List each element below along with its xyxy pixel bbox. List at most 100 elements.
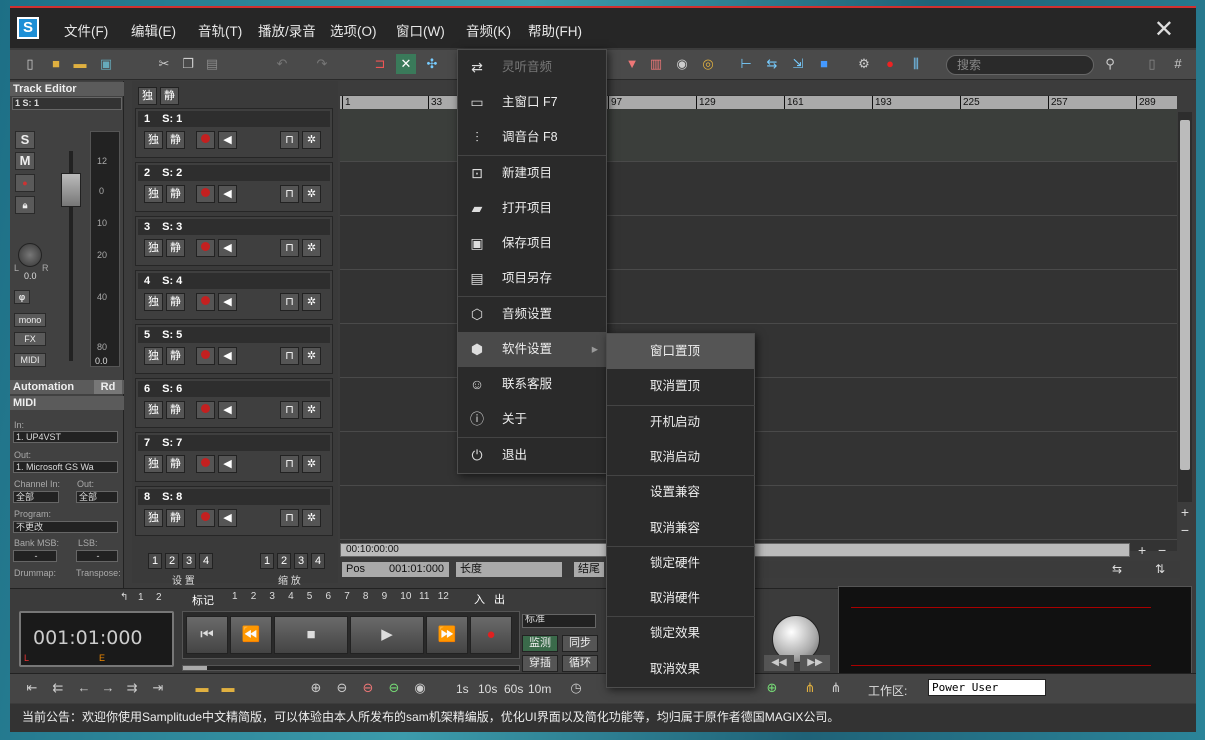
marker-button-8[interactable]: 8 bbox=[363, 591, 369, 602]
fx-icon[interactable]: ▼ bbox=[622, 54, 642, 74]
menu-options[interactable]: 选项(O) bbox=[330, 20, 377, 40]
set-button-4[interactable]: 4 bbox=[199, 553, 213, 569]
save-icon[interactable]: ▣ bbox=[96, 54, 116, 74]
track-mute-button[interactable]: 静 bbox=[166, 455, 185, 473]
pan-knob[interactable] bbox=[18, 243, 42, 267]
speaker-icon[interactable]: ◀ bbox=[218, 509, 237, 527]
midi-button[interactable]: MIDI bbox=[14, 353, 46, 367]
marker-button-10[interactable]: 10 bbox=[400, 591, 411, 602]
loop-button[interactable]: 循环 bbox=[562, 655, 598, 672]
submenu-item[interactable]: 取消置顶 bbox=[607, 369, 754, 404]
fx-button[interactable]: FX bbox=[14, 332, 46, 346]
time-60s[interactable]: 60s bbox=[504, 682, 523, 696]
track-header[interactable]: 1 S: 1 独 静 ◀ ⊓ ✲ bbox=[135, 108, 333, 158]
pos-field[interactable]: Pos 001:01:000 bbox=[342, 562, 449, 577]
global-solo-button[interactable]: 独 bbox=[138, 87, 157, 105]
channel-out-select[interactable]: 全部 bbox=[76, 491, 118, 503]
in-label[interactable]: 入 bbox=[474, 591, 485, 607]
track-header[interactable]: 3 S: 3 独 静 ◀ ⊓ ✲ bbox=[135, 216, 333, 266]
eye-icon[interactable]: ◉ bbox=[410, 678, 430, 698]
track-fx-icon[interactable]: ✲ bbox=[302, 293, 321, 311]
track-name[interactable]: 7 S: 7 bbox=[138, 435, 330, 451]
time-10m[interactable]: 10m bbox=[528, 682, 551, 696]
out-label[interactable]: 出 bbox=[494, 591, 505, 607]
speaker-icon[interactable]: ◀ bbox=[218, 293, 237, 311]
track-mute-button[interactable]: 静 bbox=[166, 239, 185, 257]
marker-button-7[interactable]: 7 bbox=[344, 591, 350, 602]
track-solo-button[interactable]: 独 bbox=[144, 455, 163, 473]
zoom-button-2[interactable]: 2 bbox=[277, 553, 291, 569]
midi-header[interactable]: MIDI bbox=[10, 396, 124, 410]
submenu-item[interactable]: 开机启动 bbox=[607, 405, 754, 440]
magnet-icon[interactable]: ⊐ bbox=[370, 54, 390, 74]
track-mute-button[interactable]: 静 bbox=[166, 293, 185, 311]
track-mute-button[interactable]: 静 bbox=[166, 185, 185, 203]
track-solo-button[interactable]: 独 bbox=[144, 293, 163, 311]
clock-icon[interactable]: ◷ bbox=[566, 678, 586, 698]
workspace-select[interactable]: Power User bbox=[928, 679, 1046, 696]
track-name[interactable]: 6 S: 6 bbox=[138, 381, 330, 397]
track-lock-icon[interactable]: ⊓ bbox=[280, 509, 299, 527]
next-marker-icon[interactable]: ⇉ bbox=[122, 678, 142, 698]
search-icon[interactable]: ⚲ bbox=[1100, 54, 1120, 74]
track-name[interactable]: 8 S: 8 bbox=[138, 489, 330, 505]
track-fx-icon[interactable]: ✲ bbox=[302, 239, 321, 257]
doc-icon[interactable]: ▯ bbox=[1142, 54, 1162, 74]
track-record-icon[interactable] bbox=[196, 185, 215, 203]
menu-item-info[interactable]: ⓘ 关于 bbox=[458, 402, 606, 437]
audio-file-icon[interactable]: ▬ bbox=[70, 54, 90, 74]
split-icon[interactable]: ✣ bbox=[422, 54, 442, 74]
punch-button[interactable]: 穿插 bbox=[522, 655, 558, 672]
auto-icon[interactable]: ▥ bbox=[646, 54, 666, 74]
new-file-icon[interactable]: ▯ bbox=[20, 54, 40, 74]
redo-icon[interactable]: ↷ bbox=[312, 54, 332, 74]
speaker-icon[interactable]: ◀ bbox=[218, 455, 237, 473]
channel-in-select[interactable]: 全部 bbox=[13, 491, 59, 503]
next-icon[interactable]: → bbox=[98, 678, 118, 698]
time-1s[interactable]: 1s bbox=[456, 682, 469, 696]
track-lock-icon[interactable]: ⊓ bbox=[280, 293, 299, 311]
program-select[interactable]: 不更改 bbox=[13, 521, 118, 533]
menu-audio[interactable]: 音频(K) bbox=[466, 20, 511, 40]
track-fx-icon[interactable]: ✲ bbox=[302, 455, 321, 473]
automation-header[interactable]: Automation Rd bbox=[10, 380, 124, 394]
set-button-2[interactable]: 2 bbox=[165, 553, 179, 569]
track-name[interactable]: 4 S: 4 bbox=[138, 273, 330, 289]
track-header[interactable]: 7 S: 7 独 静 ◀ ⊓ ✲ bbox=[135, 432, 333, 482]
track-record-icon[interactable] bbox=[196, 293, 215, 311]
prev-marker-icon[interactable]: ⇇ bbox=[48, 678, 68, 698]
settings-gear-icon[interactable]: ⚙ bbox=[854, 54, 874, 74]
menu-item-folder[interactable]: ▰ 打开项目 bbox=[458, 191, 606, 226]
midi-in-select[interactable]: 1. UP4VST bbox=[13, 431, 118, 443]
menu-item-mixer[interactable]: ⫶ 调音台 F8 bbox=[458, 120, 606, 155]
swap-h-icon[interactable]: ⇆ bbox=[1112, 562, 1122, 576]
track-record-icon[interactable] bbox=[196, 347, 215, 365]
set-button-3[interactable]: 3 bbox=[182, 553, 196, 569]
zoom-button-3[interactable]: 3 bbox=[294, 553, 308, 569]
track-fx-icon[interactable]: ✲ bbox=[302, 347, 321, 365]
menu-item-audio-settings[interactable]: ⬡ 音频设置 bbox=[458, 297, 606, 332]
speaker-icon[interactable]: ◀ bbox=[218, 401, 237, 419]
swap-v-icon[interactable]: ⇅ bbox=[1155, 562, 1165, 576]
open-folder-icon[interactable]: ■ bbox=[46, 54, 66, 74]
mono-button[interactable]: mono bbox=[14, 313, 46, 327]
marker-button-9[interactable]: 9 bbox=[382, 591, 388, 602]
track-name[interactable]: 3 S: 3 bbox=[138, 219, 330, 235]
track-lock-icon[interactable]: ⊓ bbox=[280, 131, 299, 149]
bank-msb-field[interactable]: - bbox=[13, 550, 57, 562]
track-name[interactable]: 5 S: 5 bbox=[138, 327, 330, 343]
track-name[interactable]: 2 S: 2 bbox=[138, 165, 330, 181]
menu-item-new-project[interactable]: ⊡ 新建项目 bbox=[458, 156, 606, 191]
length-field[interactable]: 长度 bbox=[456, 562, 562, 577]
time-10s[interactable]: 10s bbox=[478, 682, 497, 696]
record-icon[interactable]: ● bbox=[880, 54, 900, 74]
h-zoom-out-icon[interactable]: − bbox=[1158, 542, 1166, 558]
speaker-icon[interactable]: ◀ bbox=[218, 131, 237, 149]
record-button-icon[interactable]: ● bbox=[470, 616, 512, 654]
track-header[interactable]: 4 S: 4 独 静 ◀ ⊓ ✲ bbox=[135, 270, 333, 320]
wave-icon[interactable]: ⋔ bbox=[800, 678, 820, 698]
monitor-button[interactable]: 监测 bbox=[522, 635, 558, 652]
track-solo-button[interactable]: 独 bbox=[144, 509, 163, 527]
menu-item-save[interactable]: ▣ 保存项目 bbox=[458, 226, 606, 261]
menu-file[interactable]: 文件(F) bbox=[64, 20, 108, 40]
